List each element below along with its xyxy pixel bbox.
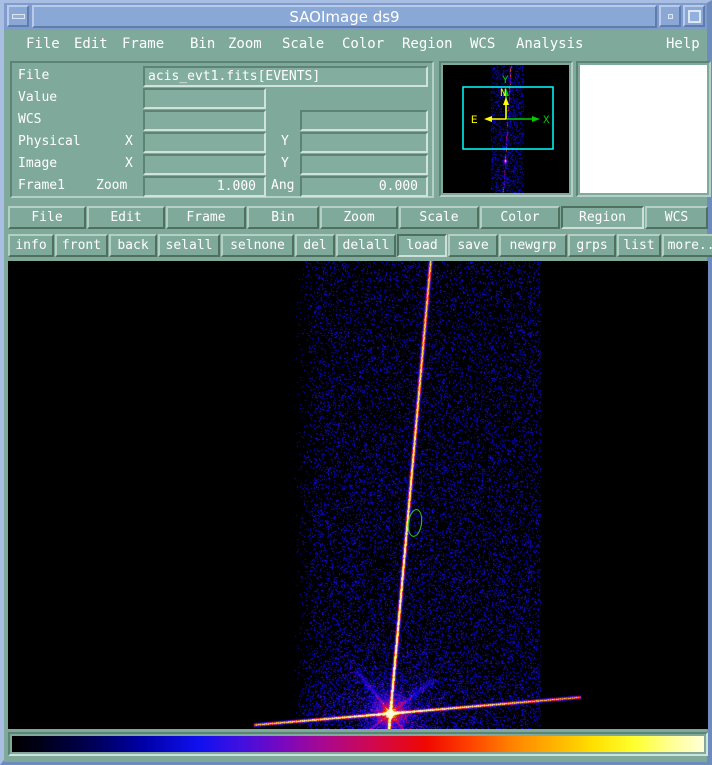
title-bar-surface: SAOImage ds9 xyxy=(32,5,657,28)
btn-edit[interactable]: Edit xyxy=(87,206,165,229)
info-axis-physical-x: X xyxy=(125,134,133,149)
btn-selall[interactable]: selall xyxy=(158,234,220,257)
info-value-value[interactable] xyxy=(143,88,266,109)
panner-label-east: E xyxy=(471,115,478,127)
panner-compass-overlay: Y X N E xyxy=(462,75,554,150)
btn-back[interactable]: back xyxy=(109,234,157,257)
panner-label-image-x: X xyxy=(543,115,550,127)
info-row-image: Image X Y xyxy=(12,154,432,176)
minimize-bar-icon xyxy=(12,14,25,19)
button-bar-primary: File Edit Frame Bin Zoom Scale Color Region WCS xyxy=(8,206,708,231)
info-label-file: File xyxy=(18,68,50,83)
restore-dot-icon xyxy=(668,14,673,19)
window-iconify-button[interactable] xyxy=(7,5,29,27)
btn-newgrp[interactable]: newgrp xyxy=(499,234,567,257)
application-body: File Edit Frame Bin Zoom Scale Color Region WCS A… xyxy=(4,30,712,762)
btn-more[interactable]: more... xyxy=(662,234,712,257)
btn-front[interactable]: front xyxy=(55,234,108,257)
panner-east-arrow xyxy=(484,116,492,122)
info-label-zoom: Zoom xyxy=(96,178,128,193)
panner-label-north: N xyxy=(500,88,507,100)
info-label-ang: Ang xyxy=(271,178,295,193)
window-title: SAOImage ds9 xyxy=(289,8,400,26)
menu-bar: File Edit Frame Bin Zoom Scale Color Region WCS A… xyxy=(8,30,703,58)
info-panel: File acis_evt1.fits[EVENTS] Value WCS Ph… xyxy=(10,61,434,198)
btn-color[interactable]: Color xyxy=(480,206,560,229)
menu-analysis[interactable]: Analysis xyxy=(512,34,587,55)
panner-canvas[interactable]: Y X N E xyxy=(443,65,569,193)
info-label-wcs: WCS xyxy=(18,112,42,127)
info-value-wcs-y[interactable] xyxy=(300,110,428,131)
fits-image-data[interactable] xyxy=(8,261,708,729)
menu-scale[interactable]: Scale xyxy=(278,34,328,55)
btn-del[interactable]: del xyxy=(295,234,335,257)
btn-list[interactable]: list xyxy=(617,234,661,257)
magnifier-canvas xyxy=(580,65,707,193)
colorbar-container[interactable] xyxy=(8,732,708,756)
info-value-physical-x[interactable] xyxy=(143,132,266,153)
ds9-application-window: SAOImage ds9 File Edit Frame Bin Zoom Scale Co… xyxy=(0,0,712,765)
info-row-value: Value xyxy=(12,88,432,110)
btn-region[interactable]: Region xyxy=(561,206,644,229)
info-row-physical: Physical X Y xyxy=(12,132,432,154)
info-axis-physical-y: Y xyxy=(281,134,289,149)
info-axis-image-x: X xyxy=(125,156,133,171)
info-row-wcs: WCS xyxy=(12,110,432,132)
btn-frame[interactable]: Frame xyxy=(166,206,246,229)
info-label-physical: Physical xyxy=(18,134,81,149)
menu-region[interactable]: Region xyxy=(398,34,457,55)
info-label-frame: Frame1 xyxy=(18,178,65,193)
btn-wcs[interactable]: WCS xyxy=(645,206,708,229)
info-row-frame: Frame1 Zoom 1.000 Ang 0.000 xyxy=(12,176,432,198)
menu-edit[interactable]: Edit xyxy=(70,34,112,55)
colorbar-gradient[interactable] xyxy=(12,736,704,752)
image-display-frame[interactable] xyxy=(8,261,708,729)
menu-bin[interactable]: Bin xyxy=(186,34,219,55)
menu-file[interactable]: File xyxy=(22,34,64,55)
info-axis-image-y: Y xyxy=(281,156,289,171)
info-value-image-x[interactable] xyxy=(143,154,266,175)
menu-wcs[interactable]: WCS xyxy=(466,34,499,55)
info-value-zoom[interactable]: 1.000 xyxy=(143,176,266,197)
btn-grps[interactable]: grps xyxy=(568,234,616,257)
panner-label-image-y: Y xyxy=(502,75,509,87)
info-label-image: Image xyxy=(18,156,58,171)
menu-zoom[interactable]: Zoom xyxy=(224,34,266,55)
info-label-value: Value xyxy=(18,90,58,105)
panner[interactable]: Y X N E xyxy=(439,61,573,197)
info-value-file[interactable]: acis_evt1.fits[EVENTS] xyxy=(143,66,428,87)
magnifier[interactable] xyxy=(576,61,711,197)
maximize-square-icon xyxy=(688,10,701,23)
panner-axis-x-arrow xyxy=(532,116,540,122)
info-value-image-y[interactable] xyxy=(300,154,428,175)
image-display-canvas[interactable] xyxy=(8,261,708,729)
menu-color[interactable]: Color xyxy=(338,34,388,55)
window-maximize-button[interactable] xyxy=(683,5,705,27)
title-bar[interactable]: SAOImage ds9 xyxy=(4,3,707,30)
info-row-file: File acis_evt1.fits[EVENTS] xyxy=(12,66,432,88)
btn-bin[interactable]: Bin xyxy=(247,206,319,229)
info-value-wcs-x[interactable] xyxy=(143,110,266,131)
menu-help[interactable]: Help xyxy=(662,34,704,55)
btn-load[interactable]: load xyxy=(397,234,447,257)
window-restore-button[interactable] xyxy=(659,5,681,27)
btn-scale[interactable]: Scale xyxy=(399,206,479,229)
button-bar-secondary: info front back selall selnone del delall load s… xyxy=(8,234,712,259)
menu-frame[interactable]: Frame xyxy=(118,34,168,55)
btn-selnone[interactable]: selnone xyxy=(221,234,294,257)
btn-file[interactable]: File xyxy=(8,206,86,229)
info-value-ang[interactable]: 0.000 xyxy=(300,176,428,197)
btn-save[interactable]: save xyxy=(448,234,498,257)
btn-delall[interactable]: delall xyxy=(336,234,396,257)
btn-zoom[interactable]: Zoom xyxy=(320,206,398,229)
info-value-physical-y[interactable] xyxy=(300,132,428,153)
btn-info[interactable]: info xyxy=(8,234,54,257)
